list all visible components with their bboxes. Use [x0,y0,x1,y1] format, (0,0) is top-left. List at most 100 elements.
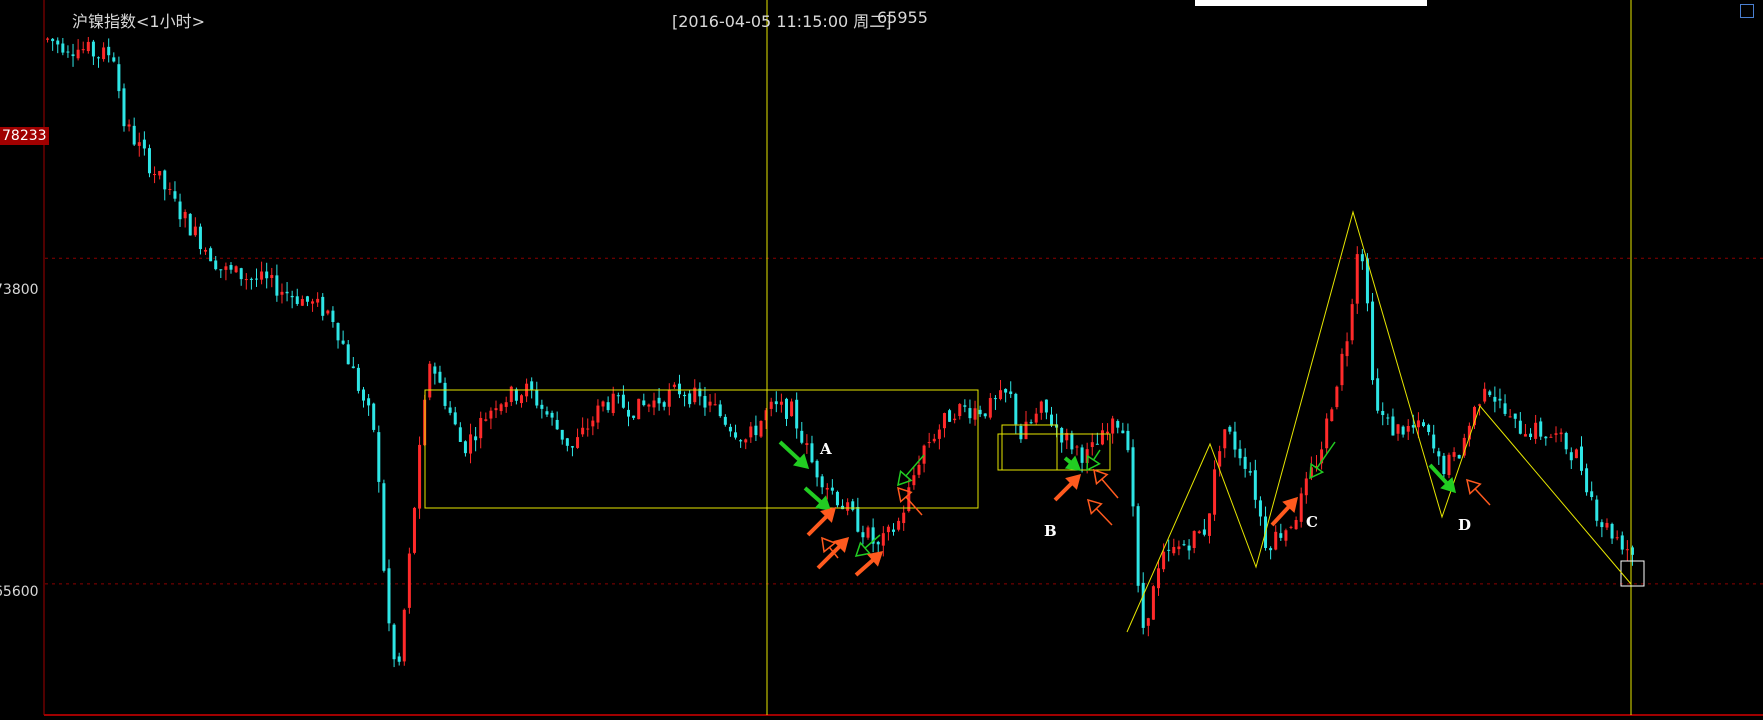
candle-body [1422,422,1426,427]
candle-body [1401,426,1405,435]
candle-body [1106,431,1110,434]
restore-window-icon[interactable] [1740,4,1754,18]
candle-body [367,398,371,406]
candle-body [1406,425,1410,432]
candle-body [418,444,422,509]
candle-body [1585,468,1589,493]
candle-body [137,142,141,146]
candle-body [1416,420,1420,428]
candle-body [1141,582,1145,628]
candle-body [841,505,845,510]
candle-body [1233,431,1237,450]
candle-body [1075,446,1079,448]
candle-body [1223,429,1227,449]
candle-body [127,124,131,127]
arrow-shaft [1101,478,1119,499]
candle-body [560,429,564,440]
candle-body [56,40,60,45]
candle-body [897,520,901,530]
candle-body [1498,398,1502,401]
annotation-b: B [1044,522,1057,540]
candle-body [412,507,416,553]
candle-body [1182,544,1186,546]
candle-body [479,417,483,439]
candle-body [209,248,213,262]
candle-body [856,507,860,532]
candle-body [1386,417,1390,419]
candle-body [586,428,590,430]
candle-body [530,381,534,391]
candle-body [147,148,151,174]
candle-body [784,398,788,419]
candle-body [71,54,75,57]
candle-body [183,211,187,219]
candle-body [642,400,646,406]
candle-body [657,397,661,404]
candle-body [402,609,406,662]
candle-body [1483,388,1487,402]
candle-body [1529,433,1533,438]
candle-body [744,439,748,443]
candle-body [254,278,258,280]
candle-body [331,310,335,323]
candle-body [958,404,962,417]
candle-body [1116,421,1120,428]
candle-body [550,412,554,418]
candle-body [107,46,111,56]
candle-body [1213,469,1217,515]
candle-body [978,409,982,415]
candle-body [311,301,315,304]
candle-body [97,57,101,59]
arrow-down-signal [803,486,832,511]
arrow-shaft [1474,488,1491,506]
candle-body [1060,427,1064,443]
candle-body [46,38,50,40]
candle-body [892,529,896,532]
candle-body [1620,535,1624,550]
candle-body [881,533,885,546]
candle-body [535,390,539,406]
candle-body [1146,618,1150,626]
candle-body [102,47,106,60]
candle-body [448,407,452,413]
candle-body [1126,430,1130,451]
arrow-down-signal [1309,441,1336,480]
range-box-medium [997,433,1111,471]
candle-body [132,125,136,145]
arrow-shaft [1053,482,1073,502]
candle-body [1427,424,1431,432]
candle-body [723,416,727,425]
candle-body [1070,433,1074,450]
arrow-shaft [1270,505,1291,527]
candle-body [1595,499,1599,521]
candle-body [1615,537,1619,539]
candle-body [290,295,294,298]
candle-body [581,427,585,435]
candle-body [198,226,202,250]
candle-body [1335,386,1339,408]
candle-body [1590,491,1594,498]
candle-body [917,464,921,475]
candle-body [142,139,146,149]
candle-body [1391,416,1395,436]
candle-body [1243,456,1247,469]
arrow-shaft [803,486,823,504]
candle-body [387,568,391,624]
candle-body [392,624,396,660]
candle-body [1192,531,1196,549]
candle-body [876,541,880,545]
candle-body [1228,426,1232,432]
candle-body [922,445,926,464]
zigzag-trendline [1126,210,1632,633]
candle-body [1544,436,1548,439]
candle-body [1162,551,1166,570]
candle-body [672,384,676,387]
candle-body [1371,301,1375,381]
candle-body [1197,531,1201,534]
candle-body [713,404,717,406]
candle-body [1355,254,1359,304]
candle-body [1503,403,1507,414]
candle-body [382,483,386,571]
candle-body [163,170,167,190]
candle-body [234,266,238,273]
